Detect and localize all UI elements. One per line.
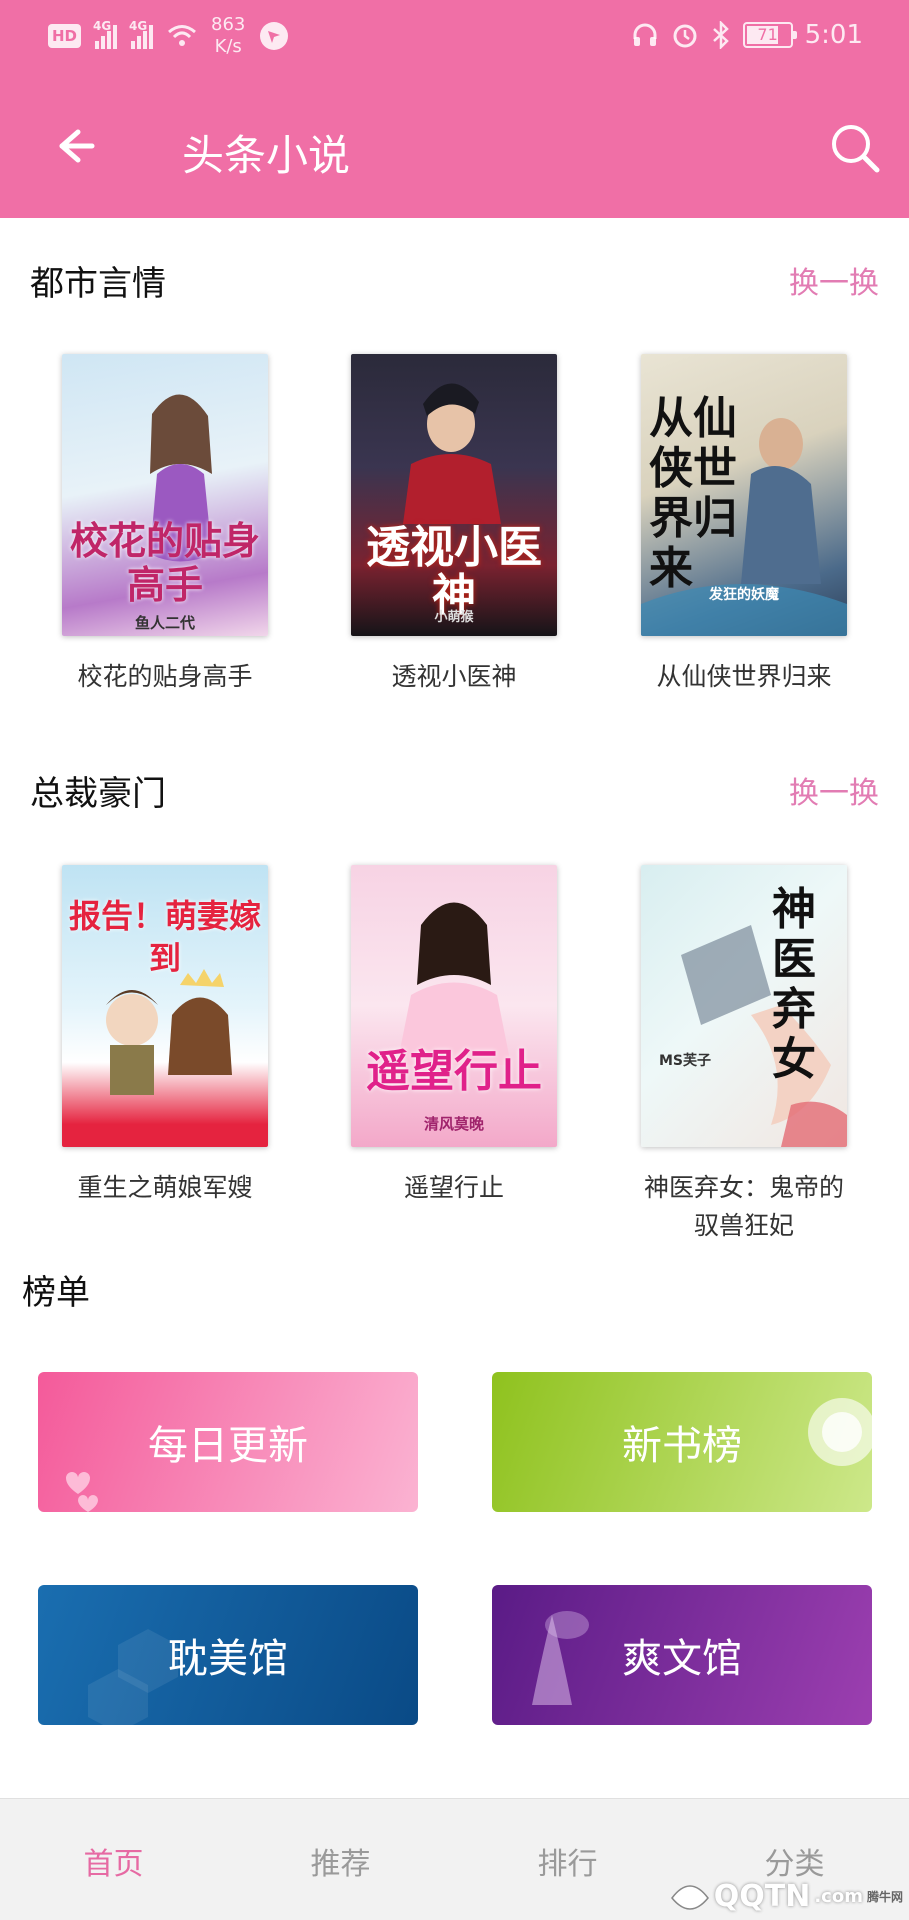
swap-button-urban-romance[interactable]: 换一换: [789, 258, 879, 302]
book-title: 透视小医神: [391, 662, 517, 691]
watermark-logo-icon: [670, 1884, 709, 1910]
watermark-suffix: .com: [814, 1886, 863, 1907]
book-title: 遥望行止: [403, 1173, 504, 1202]
hd-badge: HD: [48, 24, 82, 48]
ranking-label: 每日更新: [148, 1423, 308, 1469]
network-speed: 863 K/s: [211, 14, 245, 58]
section-title-urban-romance: 都市言情: [30, 264, 166, 304]
alarm-icon: [673, 24, 697, 48]
bluetooth-icon: [712, 21, 729, 49]
rankings-title: 榜单: [22, 1273, 90, 1313]
book-title: 重生之萌娘军嫂: [77, 1173, 253, 1202]
book-card[interactable]: 遥望行止 清风莫晚 遥望行止: [344, 865, 564, 1207]
watermark-logo-text: QQTN: [713, 1879, 811, 1914]
back-arrow-icon[interactable]: [44, 118, 100, 174]
bottom-tab-bar: 首页 推荐 排行 分类 QQTN .com 腾牛网: [0, 1798, 909, 1920]
signal-icon-2: 4G: [129, 19, 154, 49]
cover-title: 神医弃女: [772, 884, 816, 1085]
wifi-icon: [168, 25, 196, 46]
tab-recommend[interactable]: 推荐: [227, 1839, 454, 1883]
book-cover[interactable]: 从仙侠世界归来 发狂的妖魔: [641, 354, 847, 636]
cover-author: MS芙子: [659, 1053, 712, 1069]
cover-title: 遥望行止: [366, 1046, 542, 1097]
ranking-card-daily-update[interactable]: 每日更新: [38, 1372, 418, 1512]
battery-icon: 71: [742, 22, 797, 48]
cover-author: 小萌猴: [434, 610, 474, 625]
cover-author: 清风莫晚: [423, 1115, 484, 1133]
book-card[interactable]: 透视小医神 小萌猴 透视小医神: [344, 354, 564, 696]
book-card[interactable]: 从仙侠世界归来 发狂的妖魔 从仙侠世界归来: [634, 354, 854, 696]
swap-button-ceo-family[interactable]: 换一换: [789, 768, 879, 812]
book-card[interactable]: 报告！萌妻嫁到 重生之萌娘军嫂: [55, 865, 275, 1207]
status-right: 71 5:01: [631, 20, 863, 50]
watermark-tag: 腾牛网: [866, 1890, 903, 1904]
book-title: 从仙侠世界归来: [656, 662, 832, 691]
cover-title: 校花的贴身高手: [69, 519, 260, 607]
tab-home[interactable]: 首页: [0, 1839, 227, 1883]
headphones-icon: [633, 23, 657, 46]
status-bar: HD 4G 4G 863 K/s 71 5:01: [0, 0, 909, 78]
battery-level: 71: [757, 25, 778, 44]
cover-title: 报告！萌妻嫁到: [68, 897, 261, 977]
ranking-label: 新书榜: [622, 1423, 742, 1469]
book-cover[interactable]: 神医弃女 MS芙子: [641, 865, 847, 1147]
ranking-label: 耽美馆: [168, 1636, 288, 1682]
book-cover[interactable]: 报告！萌妻嫁到: [62, 865, 268, 1147]
section-title-ceo-family: 总裁豪门: [30, 774, 166, 814]
tab-ranking[interactable]: 排行: [454, 1839, 681, 1883]
speed-value: 863: [211, 14, 246, 35]
book-cover[interactable]: 校花的贴身高手 鱼人二代: [62, 354, 268, 636]
book-cover[interactable]: 透视小医神 小萌猴: [351, 354, 557, 636]
tab-category[interactable]: 分类: [681, 1839, 908, 1883]
book-card[interactable]: 校花的贴身高手 鱼人二代 校花的贴身高手: [55, 354, 275, 696]
book-title: 校花的贴身高手: [77, 662, 253, 691]
search-icon[interactable]: [825, 118, 885, 178]
signal-icon-1: 4G: [93, 19, 118, 49]
cover-title: 从仙侠世界归来: [649, 393, 737, 594]
network-type-label: 4G: [93, 19, 112, 33]
cover-author: 鱼人二代: [134, 614, 195, 632]
cover-author: 发狂的妖魔: [709, 587, 779, 603]
network-type-label: 4G: [129, 19, 148, 33]
status-left: HD 4G 4G 863 K/s: [48, 14, 289, 58]
page-title: 头条小说: [182, 131, 351, 180]
app-bar: 头条小说: [0, 78, 909, 218]
clock: 5:01: [804, 20, 863, 50]
book-card[interactable]: 神医弃女 MS芙子 神医弃女：鬼帝的驭兽狂妃: [634, 865, 854, 1245]
ranking-label: 爽文馆: [622, 1636, 742, 1682]
ranking-card-shuangwen[interactable]: 爽文馆: [492, 1585, 872, 1725]
ranking-card-danmei[interactable]: 耽美馆: [38, 1585, 418, 1725]
book-cover[interactable]: 遥望行止 清风莫晚: [351, 865, 557, 1147]
ranking-card-new-books[interactable]: 新书榜: [492, 1372, 872, 1512]
app-notification-icon: [260, 22, 289, 50]
watermark: QQTN .com 腾牛网: [670, 1879, 903, 1914]
cover-illustration: [397, 902, 511, 1065]
book-title: 神医弃女：鬼帝的驭兽狂妃: [643, 1173, 844, 1240]
speed-unit: K/s: [214, 36, 242, 57]
